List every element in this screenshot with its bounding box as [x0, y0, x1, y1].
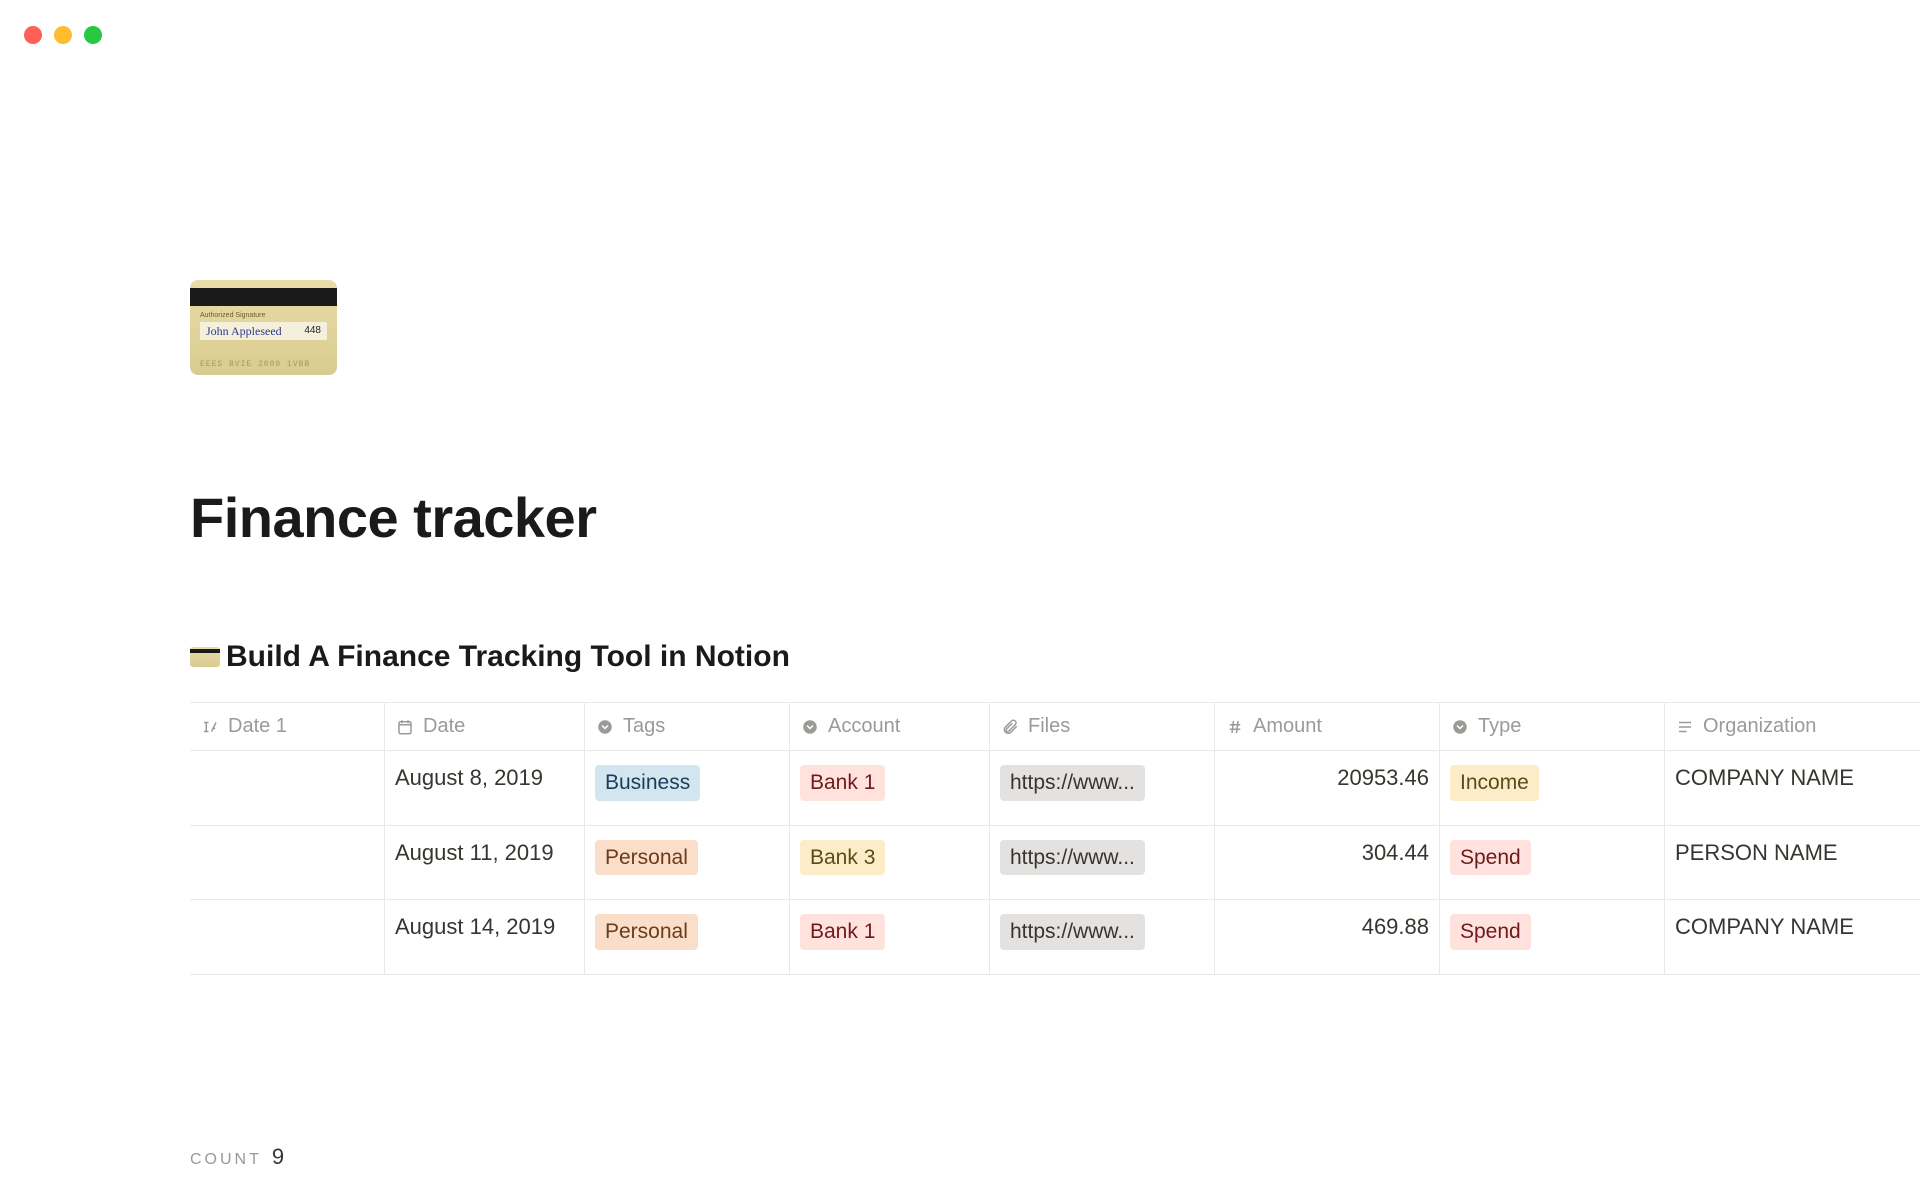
column-header-date1[interactable]: Date 1: [190, 703, 385, 750]
close-window-button[interactable]: [24, 26, 42, 44]
cell-account[interactable]: Bank 1: [790, 751, 990, 825]
column-header-type[interactable]: Type: [1440, 703, 1665, 750]
cell-type[interactable]: Income: [1440, 751, 1665, 825]
cell-amount[interactable]: 20953.46: [1215, 751, 1440, 825]
cell-account[interactable]: Bank 1: [790, 900, 990, 974]
date-text: August 14, 2019: [395, 914, 555, 940]
credit-card-icon: [190, 647, 220, 667]
count-value: 9: [272, 1144, 284, 1170]
minimize-window-button[interactable]: [54, 26, 72, 44]
tag-pill: Business: [595, 765, 700, 801]
organization-text: COMPANY NAME: [1675, 765, 1854, 791]
cell-date1[interactable]: [190, 751, 385, 825]
amount-text: 469.88: [1362, 914, 1429, 940]
tag-pill: Bank 3: [800, 840, 885, 876]
text-property-icon: [1675, 717, 1695, 737]
organization-text: COMPANY NAME: [1675, 914, 1854, 940]
table-row[interactable]: August 8, 2019 Business Bank 1 https://www.…: [190, 751, 1920, 826]
table-footer[interactable]: COUNT 9: [190, 1144, 284, 1170]
cell-files[interactable]: https://www...: [990, 826, 1215, 900]
cell-date1[interactable]: [190, 900, 385, 974]
column-header-account[interactable]: Account: [790, 703, 990, 750]
column-label: Amount: [1253, 715, 1322, 738]
page-title[interactable]: Finance tracker: [190, 485, 1920, 550]
column-header-date[interactable]: Date: [385, 703, 585, 750]
title-property-icon: [200, 717, 220, 737]
select-property-icon: [800, 717, 820, 737]
select-property-icon: [595, 717, 615, 737]
database-table: Date 1 Date Tags Account: [190, 702, 1920, 975]
cell-tags[interactable]: Personal: [585, 900, 790, 974]
organization-text: PERSON NAME: [1675, 840, 1838, 866]
column-label: Account: [828, 715, 900, 738]
cell-tags[interactable]: Business: [585, 751, 790, 825]
date-text: August 11, 2019: [395, 840, 554, 866]
cell-date[interactable]: August 11, 2019: [385, 826, 585, 900]
cell-date[interactable]: August 8, 2019: [385, 751, 585, 825]
card-signature: John Appleseed: [206, 324, 282, 338]
column-header-organization[interactable]: Organization: [1665, 703, 1920, 750]
column-header-files[interactable]: Files: [990, 703, 1215, 750]
tag-pill: https://www...: [1000, 914, 1145, 950]
tag-pill: https://www...: [1000, 840, 1145, 876]
table-row[interactable]: August 14, 2019 Personal Bank 1 https://www…: [190, 900, 1920, 975]
card-sig-label: Authorized Signature: [200, 312, 265, 319]
tag-pill: https://www...: [1000, 765, 1145, 801]
amount-text: 304.44: [1362, 840, 1429, 866]
page-content: Authorized Signature John Appleseed 448 …: [190, 280, 1920, 975]
tag-pill: Bank 1: [800, 914, 885, 950]
cell-date[interactable]: August 14, 2019: [385, 900, 585, 974]
number-property-icon: [1225, 717, 1245, 737]
tag-pill: Personal: [595, 914, 698, 950]
maximize-window-button[interactable]: [84, 26, 102, 44]
cell-amount[interactable]: 304.44: [1215, 826, 1440, 900]
cell-files[interactable]: https://www...: [990, 751, 1215, 825]
cell-amount[interactable]: 469.88: [1215, 900, 1440, 974]
date-text: August 8, 2019: [395, 765, 543, 791]
table-row[interactable]: August 11, 2019 Personal Bank 3 https://www…: [190, 826, 1920, 901]
window-traffic-lights: [24, 26, 102, 44]
database-title-text: Build A Finance Tracking Tool in Notion: [226, 640, 790, 674]
attachment-property-icon: [1000, 717, 1020, 737]
tag-pill: Personal: [595, 840, 698, 876]
tag-pill: Spend: [1450, 914, 1531, 950]
amount-text: 20953.46: [1337, 765, 1429, 791]
cell-organization[interactable]: COMPANY NAME: [1665, 751, 1920, 825]
table-header-row: Date 1 Date Tags Account: [190, 703, 1920, 751]
column-header-amount[interactable]: Amount: [1215, 703, 1440, 750]
cell-account[interactable]: Bank 3: [790, 826, 990, 900]
tag-pill: Spend: [1450, 840, 1531, 876]
cell-date1[interactable]: [190, 826, 385, 900]
page-icon-credit-card[interactable]: Authorized Signature John Appleseed 448 …: [190, 280, 337, 375]
column-label: Type: [1478, 715, 1521, 738]
tag-pill: Income: [1450, 765, 1539, 801]
cell-files[interactable]: https://www...: [990, 900, 1215, 974]
cell-tags[interactable]: Personal: [585, 826, 790, 900]
tag-pill: Bank 1: [800, 765, 885, 801]
cell-type[interactable]: Spend: [1440, 826, 1665, 900]
card-emboss: EEES BVIE 2000 1VBB: [200, 360, 310, 369]
column-label: Date: [423, 715, 465, 738]
database-title[interactable]: Build A Finance Tracking Tool in Notion: [190, 640, 1920, 674]
date-property-icon: [395, 717, 415, 737]
column-label: Files: [1028, 715, 1070, 738]
count-label: COUNT: [190, 1151, 262, 1169]
card-sig-number: 448: [304, 322, 321, 340]
column-header-tags[interactable]: Tags: [585, 703, 790, 750]
column-label: Organization: [1703, 715, 1816, 738]
column-label: Tags: [623, 715, 665, 738]
cell-type[interactable]: Spend: [1440, 900, 1665, 974]
cell-organization[interactable]: COMPANY NAME: [1665, 900, 1920, 974]
select-property-icon: [1450, 717, 1470, 737]
cell-organization[interactable]: PERSON NAME: [1665, 826, 1920, 900]
column-label: Date 1: [228, 715, 287, 738]
